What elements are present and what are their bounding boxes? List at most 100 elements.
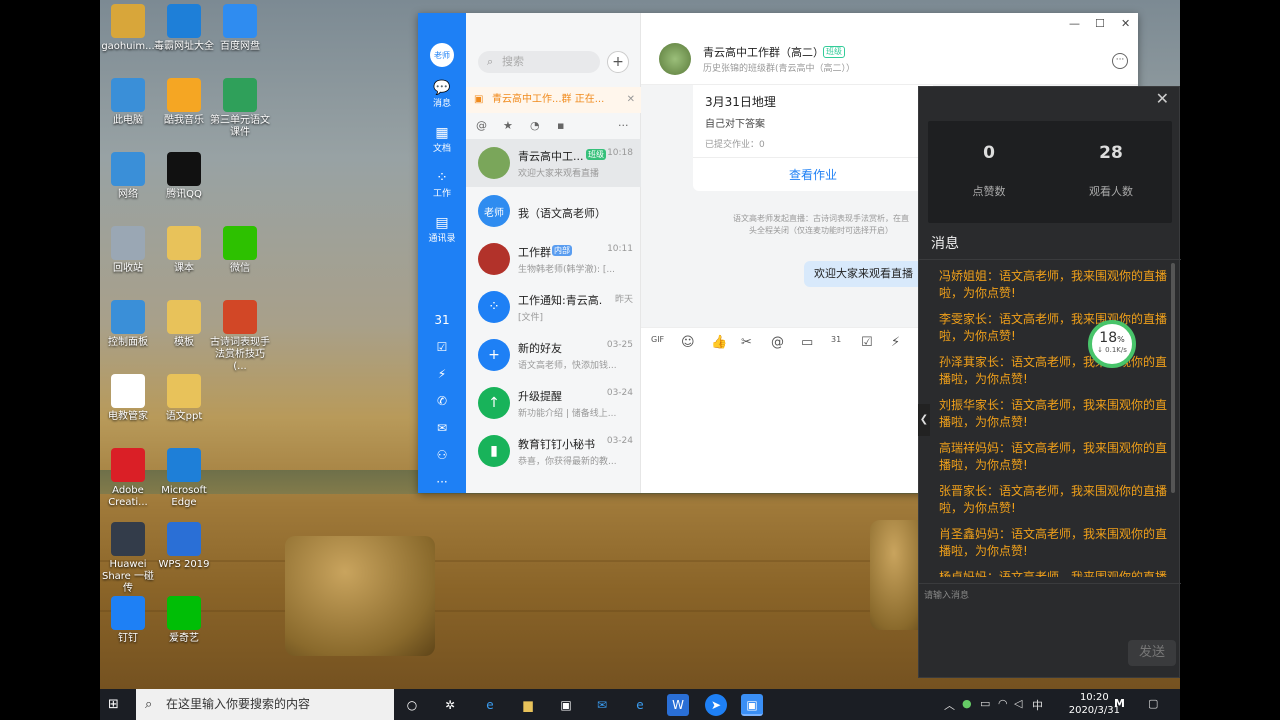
message-feed[interactable]: 冯娇姐姐：语文高老师，我来围观你的直播啦，为你点赞! 李雯家长：语文高老师，我来围… [919,259,1181,577]
live-app-icon[interactable]: ▣ [741,694,763,716]
close-button[interactable]: ✕ [1121,17,1130,30]
view-homework-button[interactable]: 查看作业 [693,157,933,191]
desktop-icon[interactable]: 回收站 [97,226,159,275]
ie-icon[interactable]: e [629,694,651,716]
desktop-icon[interactable]: 腾讯QQ [153,152,215,201]
contacts-icon: ▤ [435,215,449,231]
task-view-icon[interactable]: ○ [401,694,423,716]
chat-tool-icon[interactable]: ▭ [801,335,813,350]
rail-item-4[interactable]: ▤ 通讯录 [418,215,466,244]
dianjiao-tray-icon[interactable]: M [1114,697,1125,710]
clock[interactable]: 10:20 2020/3/31 [1069,691,1120,717]
desktop-icon[interactable]: Huawei Share 一碰传 [97,522,159,595]
chat-tool-icon[interactable]: ☑ [861,335,873,350]
desktop-icon[interactable]: gaohuim... [97,4,159,53]
conversation-item[interactable]: ⁘ 工作通知:青云高... 昨天 [文件] [466,283,641,331]
chat-tool-icon[interactable]: ☺ [681,335,695,350]
desktop-icon[interactable]: 电教管家 [97,374,159,423]
pinwheel-app-icon[interactable]: ✲ [439,694,461,716]
wps-doc-icon [223,78,257,112]
filter-icon[interactable]: ··· [618,119,629,132]
close-icon[interactable]: ✕ [1156,89,1169,108]
desktop-icon[interactable]: 控制面板 [97,300,159,349]
chat-tool-icon[interactable]: 31 [831,335,841,344]
rail-tool-icon[interactable]: ✆ [418,394,466,408]
desktop-icon[interactable]: Microsoft Edge [153,448,215,509]
conversation-item[interactable]: ↑ 升级提醒 03-24 新功能介绍 | 储备线上... [466,379,641,427]
close-icon[interactable]: ✕ [627,87,635,113]
maximize-button[interactable]: ☐ [1095,17,1105,30]
desktop-icon[interactable]: 模板 [153,300,215,349]
taskbar-search-input[interactable]: ⌕ 在这里输入你要搜索的内容 [136,689,394,720]
add-button[interactable]: + [607,51,629,73]
chat-tool-icon[interactable]: 👍 [711,335,727,350]
group-avatar[interactable] [659,43,691,75]
rail-tool-icon[interactable]: ⚡ [418,367,466,381]
store-icon[interactable]: ▣ [555,694,577,716]
rail-tool-icon[interactable]: ⚇ [418,448,466,462]
collapse-handle[interactable]: ❮ [918,404,930,436]
conversation-item[interactable]: + 新的好友 03-25 语文高老师，快添加钱... [466,331,641,379]
rail-item-1[interactable]: 💬 消息 [418,80,466,109]
more-icon[interactable]: ··· [1112,53,1128,69]
desktop-icon[interactable]: Adobe Creati... [97,448,159,509]
desktop-icon[interactable]: 课本 [153,226,215,275]
live-message: 高瑞祥妈妈：语文高老师，我来围观你的直播啦，为你点赞! [939,441,1168,472]
desktop-icon[interactable]: WPS 2019 [153,522,215,571]
filter-icon[interactable]: ▪ [557,119,564,132]
wifi-icon[interactable]: ◠ [998,697,1008,710]
ime-indicator[interactable]: 中 [1032,697,1043,713]
tray-expand-icon[interactable]: ︿ [944,697,955,713]
search-input[interactable]: ⌕ 搜索 [478,51,600,73]
send-button[interactable]: 发送 [1128,640,1176,666]
dingtalk-icon[interactable]: ➤ [705,694,727,716]
desktop-icon[interactable]: 百度网盘 [209,4,271,53]
wps-icon[interactable]: W [667,694,689,716]
chat-tool-icon[interactable]: ⚡ [891,335,900,350]
desktop-icon[interactable]: 第三单元语文课件 [209,78,271,139]
rail-item-2[interactable]: ▦ 文档 [418,125,466,154]
filter-icon[interactable]: ★ [503,119,513,132]
chat-tool-icon[interactable]: GIF [651,335,664,344]
rail-tool-icon[interactable]: ✉ [418,421,466,435]
file-explorer-icon[interactable]: ▆ [517,694,539,716]
chat-tool-icon[interactable]: ✂ [741,335,752,350]
live-notice-bar[interactable]: ▣ 青云高中工作...群 正在... ✕ [466,87,641,113]
windows-start-icon[interactable]: ⊞ [108,697,124,713]
rail-tool-icon[interactable]: ··· [418,475,466,489]
conversation-item[interactable]: 老师 我（语文高老师） [466,187,641,235]
desktop-icon[interactable]: 酷我音乐 [153,78,215,127]
desktop-icon[interactable]: 此电脑 [97,78,159,127]
desktop-icon[interactable]: 网络 [97,152,159,201]
tray-app-icon[interactable]: ● [962,697,972,710]
homework-title: 3月31日地理 [705,95,776,109]
desktop-icon[interactable]: 毒霸网址大全 [153,4,215,53]
battery-icon[interactable]: ▭ [980,697,990,710]
volume-icon[interactable]: ◁ [1014,697,1022,710]
network-speed-badge[interactable]: 18% ↓ 0.1K/s [1088,320,1136,368]
live-stats: 0 点赞数 28 观看人数 [928,121,1172,223]
rail-tool-icon[interactable]: ☑ [418,340,466,354]
scrollbar[interactable] [1171,263,1175,493]
conversation-item[interactable]: 工作群 内部 10:11 生物韩老师(韩学澈): [... [466,235,641,283]
desktop-icon[interactable]: 钉钉 [97,596,159,645]
filter-icon[interactable]: @ [476,119,487,132]
filter-icon[interactable]: ◔ [530,119,540,132]
desktop-icon[interactable]: 爱奇艺 [153,596,215,645]
homework-card[interactable]: 3月31日地理 自己对下答案 已提交作业：0 查看作业 [693,85,933,191]
desktop-icon[interactable]: 微信 [209,226,271,275]
live-message-input[interactable]: 请输入消息 发送 [919,583,1181,679]
chat-tool-icon[interactable]: @ [771,335,784,350]
conversation-item[interactable]: ▮ 教育钉钉小秘书 03-24 恭喜，你获得最新的教... [466,427,641,475]
rail-tool-icon[interactable]: 31 [418,313,466,327]
notifications-icon[interactable]: ▢ [1148,697,1158,710]
edge-icon[interactable]: e [479,694,501,716]
user-avatar[interactable]: 老师 [430,43,454,67]
homework-submitted: 已提交作业：0 [705,140,765,150]
mail-icon[interactable]: ✉ [591,694,613,716]
desktop-icon[interactable]: 语文ppt [153,374,215,423]
rail-item-3[interactable]: ⁘ 工作 [418,170,466,199]
minimize-button[interactable]: — [1069,17,1080,30]
conversation-item[interactable]: 青云高中工... 班级 10:18 欢迎大家来观看直播 [466,139,641,187]
desktop-icon[interactable]: 古诗词表现手法赏析技巧(... [209,300,271,373]
